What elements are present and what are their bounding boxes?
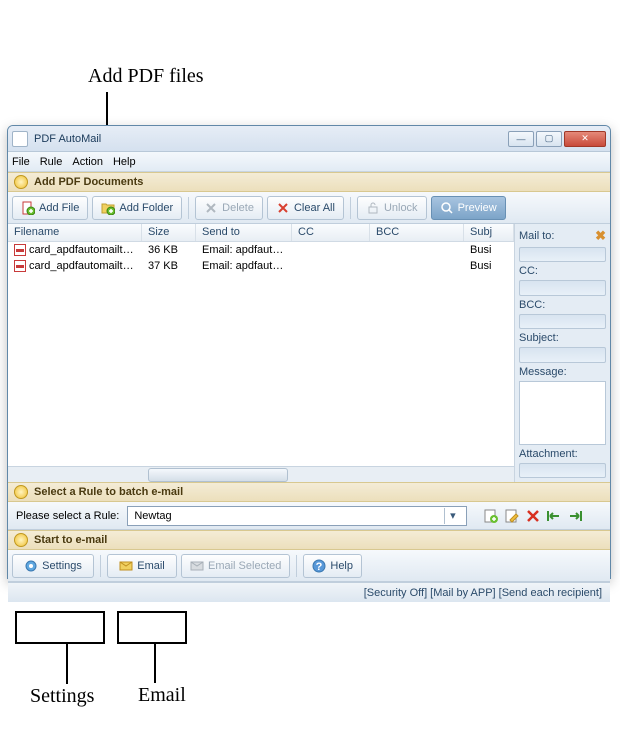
table-row[interactable]: card_apdfautomailtest2 37 KB Email: apdf…: [8, 258, 514, 274]
maximize-button[interactable]: ▢: [536, 131, 562, 147]
unlock-icon: [366, 201, 380, 215]
rule-selected-value: Newtag: [134, 510, 171, 522]
section-add-docs-label: Add PDF Documents: [34, 176, 143, 188]
titlebar[interactable]: PDF AutoMail — ▢ ✕: [8, 126, 610, 152]
col-sendto[interactable]: Send to: [196, 224, 292, 241]
col-size[interactable]: Size: [142, 224, 196, 241]
rule-export-icon[interactable]: [567, 508, 583, 524]
annotation-email: Email: [138, 684, 186, 707]
mail-panel: Mail to: ✖ CC: BCC: Subject: Message: Att…: [515, 224, 610, 482]
rule-action-icons: [483, 508, 583, 524]
rule-edit-icon[interactable]: [504, 508, 520, 524]
panel-close-icon[interactable]: ✖: [595, 228, 606, 244]
attachment-label: Attachment:: [519, 448, 578, 460]
section-start: Start to e-mail: [8, 530, 610, 550]
pdf-icon: [14, 260, 26, 272]
settings-button[interactable]: Settings: [12, 554, 94, 578]
toolbar-add: Add File Add Folder Delete Clear All Unl…: [8, 192, 610, 224]
clear-all-icon: [276, 201, 290, 215]
delete-icon: [204, 201, 218, 215]
callout-line: [66, 644, 68, 684]
mailto-input[interactable]: [519, 247, 606, 262]
menu-rule[interactable]: Rule: [40, 156, 63, 168]
col-subject[interactable]: Subj: [464, 224, 514, 241]
section-start-label: Start to e-mail: [34, 534, 107, 546]
email-selected-button[interactable]: Email Selected: [181, 554, 290, 578]
callout-box-settings: [15, 611, 105, 644]
message-textarea[interactable]: [519, 381, 606, 445]
bcc-input[interactable]: [519, 314, 606, 329]
gear-icon: [24, 559, 38, 573]
rule-import-icon[interactable]: [546, 508, 562, 524]
annotation-add-pdf: Add PDF files: [88, 65, 204, 88]
add-folder-button[interactable]: Add Folder: [92, 196, 182, 220]
menu-action[interactable]: Action: [72, 156, 103, 168]
menu-help[interactable]: Help: [113, 156, 136, 168]
file-list-area: Filename Size Send to CC BCC Subj card_a…: [8, 224, 515, 482]
toolbar-start: Settings Email Email Selected ?Help: [8, 550, 610, 582]
rule-label: Please select a Rule:: [16, 510, 119, 522]
callout-line: [106, 92, 108, 126]
cc-label: CC:: [519, 265, 569, 277]
section-icon: [14, 485, 28, 499]
rule-row: Please select a Rule: Newtag ▾: [8, 502, 610, 530]
section-icon: [14, 175, 28, 189]
cc-input[interactable]: [519, 280, 606, 295]
app-icon: [12, 131, 28, 147]
attachment-input[interactable]: [519, 463, 606, 478]
column-headers: Filename Size Send to CC BCC Subj: [8, 224, 514, 242]
window-title: PDF AutoMail: [34, 133, 508, 145]
pdf-icon: [14, 244, 26, 256]
rule-select[interactable]: Newtag ▾: [127, 506, 467, 526]
add-file-button[interactable]: Add File: [12, 196, 88, 220]
subject-label: Subject:: [519, 332, 569, 344]
file-list[interactable]: card_apdfautomailtest1 36 KB Email: apdf…: [8, 242, 514, 466]
horizontal-scrollbar[interactable]: [8, 466, 514, 482]
app-window: PDF AutoMail — ▢ ✕ File Rule Action Help…: [7, 125, 611, 579]
mailto-label: Mail to:: [519, 230, 569, 242]
preview-button[interactable]: Preview: [431, 196, 506, 220]
main-content: Filename Size Send to CC BCC Subj card_a…: [8, 224, 610, 482]
delete-button[interactable]: Delete: [195, 196, 263, 220]
section-select-rule-label: Select a Rule to batch e-mail: [34, 486, 183, 498]
menubar: File Rule Action Help: [8, 152, 610, 172]
unlock-button[interactable]: Unlock: [357, 196, 427, 220]
email-icon: [119, 559, 133, 573]
menu-file[interactable]: File: [12, 156, 30, 168]
minimize-button[interactable]: —: [508, 131, 534, 147]
help-icon: ?: [312, 559, 326, 573]
clear-all-button[interactable]: Clear All: [267, 196, 344, 220]
subject-input[interactable]: [519, 347, 606, 362]
email-button[interactable]: Email: [107, 554, 177, 578]
rule-add-icon[interactable]: [483, 508, 499, 524]
col-cc[interactable]: CC: [292, 224, 370, 241]
section-add-docs: Add PDF Documents: [8, 172, 610, 192]
col-bcc[interactable]: BCC: [370, 224, 464, 241]
add-file-icon: [21, 201, 35, 215]
col-filename[interactable]: Filename: [8, 224, 142, 241]
section-icon: [14, 533, 28, 547]
add-folder-icon: [101, 201, 115, 215]
email-selected-icon: [190, 559, 204, 573]
help-button[interactable]: ?Help: [303, 554, 362, 578]
annotation-settings: Settings: [30, 685, 94, 708]
scrollbar-thumb[interactable]: [148, 468, 288, 482]
table-row[interactable]: card_apdfautomailtest1 36 KB Email: apdf…: [8, 242, 514, 258]
section-select-rule: Select a Rule to batch e-mail: [8, 482, 610, 502]
svg-text:?: ?: [316, 561, 323, 573]
rule-delete-icon[interactable]: [525, 508, 541, 524]
message-label: Message:: [519, 366, 569, 378]
bcc-label: BCC:: [519, 299, 569, 311]
preview-icon: [440, 201, 454, 215]
chevron-down-icon: ▾: [444, 508, 460, 524]
status-text: [Security Off] [Mail by APP] [Send each …: [364, 587, 602, 599]
callout-line: [154, 644, 156, 683]
close-button[interactable]: ✕: [564, 131, 606, 147]
callout-box-email: [117, 611, 187, 644]
status-bar: [Security Off] [Mail by APP] [Send each …: [8, 582, 610, 602]
